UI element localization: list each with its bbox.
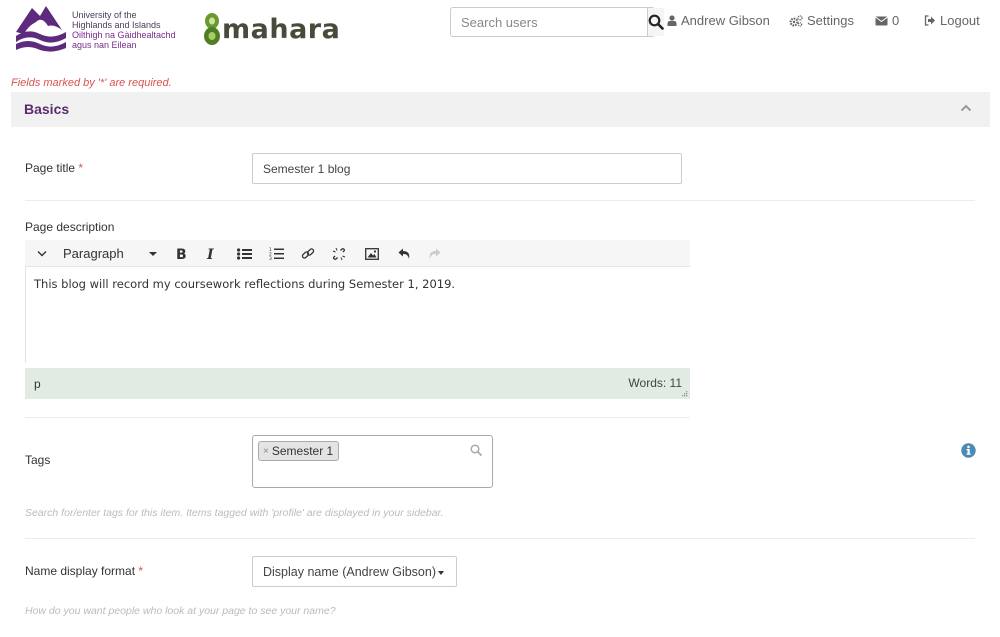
italic-button[interactable]: I: [201, 240, 221, 267]
svg-text:B: B: [176, 247, 187, 260]
page-title-label: Page title *: [25, 161, 83, 175]
tags-help-text: Search for/enter tags for this item. Ite…: [25, 507, 444, 519]
bullet-list-icon: [236, 247, 252, 260]
gears-icon: [789, 14, 803, 27]
bullet-list-button[interactable]: [233, 240, 255, 267]
required-fields-note: Fields marked by '*' are required.: [11, 77, 172, 89]
link-icon: [301, 247, 315, 259]
undo-icon: [398, 248, 409, 259]
tags-label: Tags: [25, 453, 51, 467]
insert-image-button[interactable]: [361, 240, 383, 267]
settings-link[interactable]: Settings: [789, 13, 854, 28]
inbox-link[interactable]: 0: [875, 13, 899, 28]
settings-label: Settings: [807, 13, 854, 28]
rich-text-editor: Paragraph B I 1 2 3 This blog will recor…: [25, 240, 690, 400]
section-title: Basics: [24, 101, 70, 117]
page-title-label-text: Page title: [25, 161, 76, 175]
user-icon: [667, 15, 677, 26]
image-icon: [365, 247, 379, 260]
name-display-format-label: Name display format *: [25, 564, 143, 578]
editor-toolbar: Paragraph B I 1 2 3: [25, 240, 690, 267]
resize-handle-icon[interactable]: [682, 391, 688, 397]
selected-option: Display name (Andrew Gibson): [263, 564, 436, 579]
site-header: University of the Highlands and Islands …: [0, 0, 1000, 60]
uhi-line-2: Highlands and Islands: [72, 20, 161, 30]
editor-content-area[interactable]: This blog will record my coursework refl…: [25, 267, 690, 363]
chevron-up-icon: [960, 104, 972, 112]
name-display-help-text: How do you want people who look at your …: [25, 605, 336, 617]
numbered-list-icon: 1 2 3: [269, 247, 284, 260]
italic-icon: I: [206, 247, 214, 260]
mahara-logo[interactable]: mahara: [202, 8, 340, 48]
format-select-value: Paragraph: [63, 246, 124, 261]
unlink-icon: [332, 247, 346, 260]
required-marker: *: [138, 564, 144, 578]
element-path[interactable]: p: [34, 377, 41, 391]
tag-label: Semester 1: [271, 444, 334, 458]
user-profile-link[interactable]: Andrew Gibson: [667, 13, 770, 28]
insert-link-button[interactable]: [297, 240, 319, 267]
unread-count: 0: [892, 13, 900, 28]
numbered-list-button[interactable]: 1 2 3: [265, 240, 287, 267]
sign-out-icon: [924, 15, 935, 26]
info-icon[interactable]: [961, 443, 976, 458]
logout-link[interactable]: Logout: [924, 13, 980, 28]
separator: [25, 538, 975, 539]
required-marker: *: [78, 161, 84, 175]
redo-button[interactable]: [423, 240, 445, 267]
search-icon: [648, 14, 664, 30]
user-search: [450, 7, 664, 37]
format-select[interactable]: Paragraph: [63, 240, 161, 267]
tags-input[interactable]: × Semester 1: [252, 435, 493, 488]
redo-icon: [429, 248, 440, 259]
page-title-input[interactable]: [252, 153, 682, 184]
svg-text:3: 3: [269, 256, 272, 260]
separator: [25, 417, 690, 418]
search-icon: [470, 444, 482, 456]
toggle-toolbar-button[interactable]: [33, 240, 51, 267]
caret-down-icon: [438, 571, 444, 575]
basics-section-toggle[interactable]: Basics: [11, 92, 990, 127]
uhi-logo-text: University of the Highlands and Islands …: [72, 10, 176, 50]
uhi-line-3: Oilthigh na Gàidhealtachd: [72, 30, 176, 40]
remove-tag-button[interactable]: ×: [263, 446, 269, 457]
logout-label: Logout: [940, 13, 980, 28]
bold-icon: B: [176, 247, 187, 260]
caret-down-icon: [149, 252, 157, 256]
uhi-line-4: agus nan Eilean: [72, 40, 137, 50]
page-description-label: Page description: [25, 220, 115, 234]
undo-button[interactable]: [393, 240, 415, 267]
name-display-format-select[interactable]: Display name (Andrew Gibson): [252, 556, 457, 587]
remove-link-button[interactable]: [328, 240, 350, 267]
uhi-mountain-logo-icon: [16, 6, 66, 52]
word-count: Words: 11: [628, 376, 682, 390]
uhi-line-1: University of the: [72, 10, 137, 20]
mahara-wordmark: mahara: [222, 14, 341, 45]
editor-statusbar: p Words: 11: [25, 368, 690, 399]
tag-chip: × Semester 1: [258, 441, 340, 461]
mahara-koru-icon: [204, 13, 220, 45]
name-display-format-label-text: Name display format: [25, 564, 136, 578]
svg-text:I: I: [206, 247, 214, 260]
envelope-icon: [875, 16, 888, 25]
chevron-down-icon: [37, 251, 47, 257]
uhi-logo[interactable]: University of the Highlands and Islands …: [14, 2, 184, 54]
user-name: Andrew Gibson: [681, 13, 770, 28]
search-button[interactable]: [647, 8, 664, 36]
separator: [25, 200, 975, 201]
bold-button[interactable]: B: [171, 240, 191, 267]
editor-paragraph: This blog will record my coursework refl…: [34, 277, 456, 291]
search-users-input[interactable]: [451, 8, 647, 36]
